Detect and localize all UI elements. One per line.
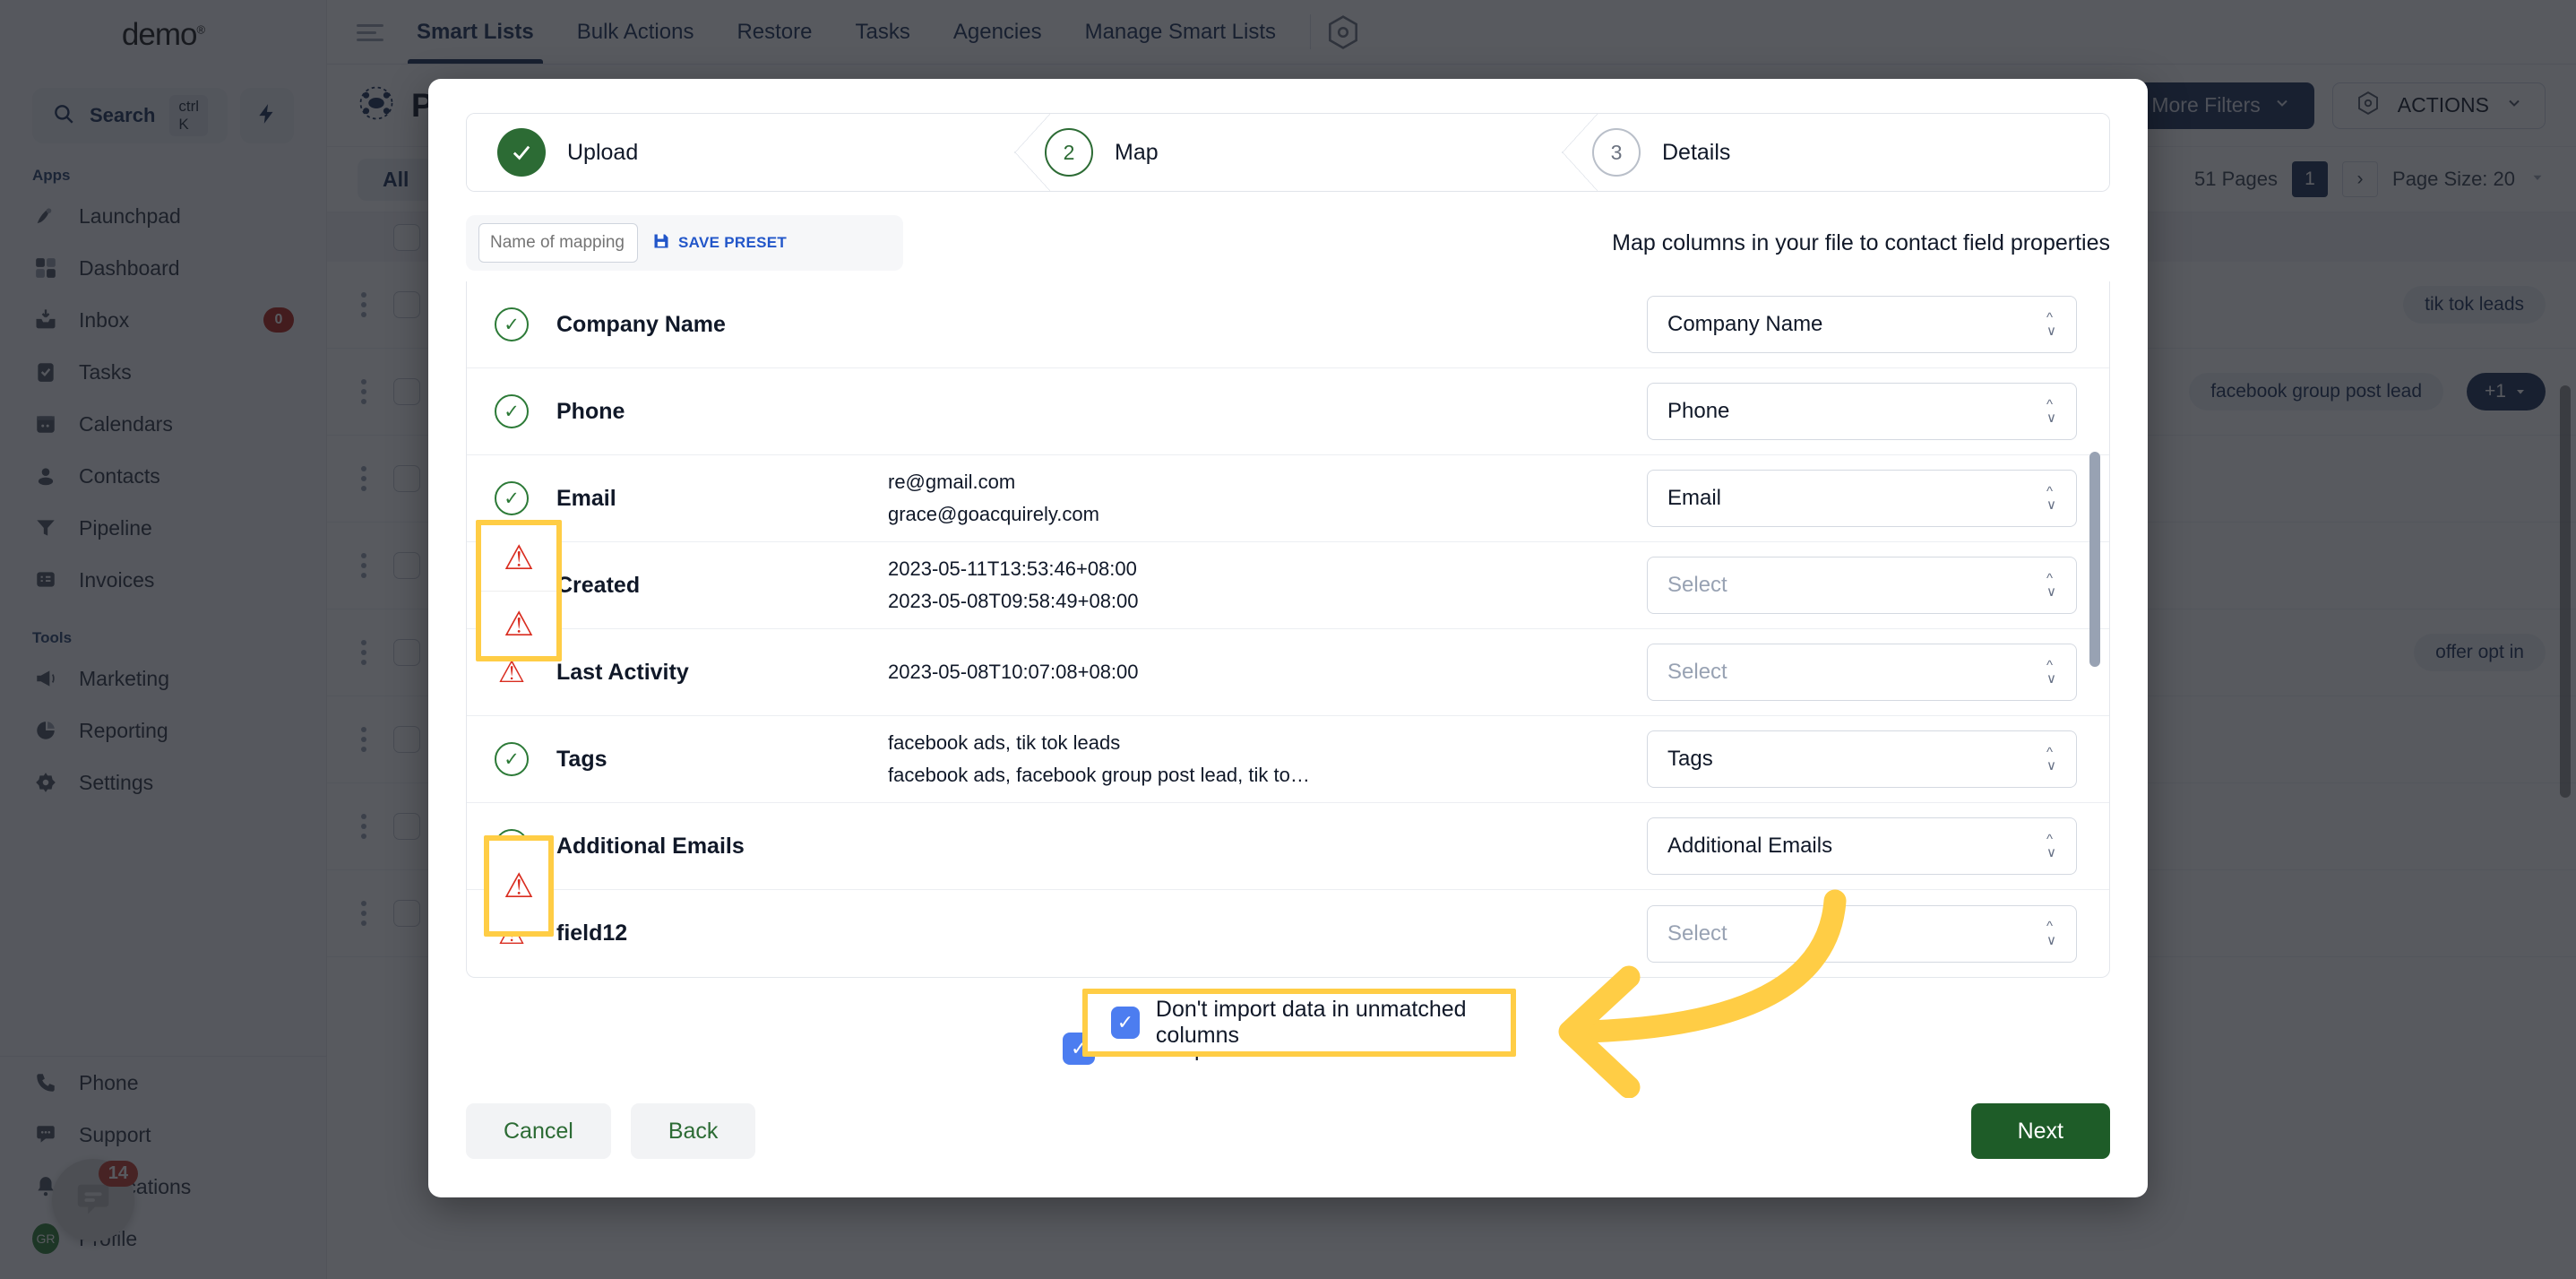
sample-values: 2023-05-11T13:53:46+08:00 2023-05-08T09:… — [879, 554, 1647, 617]
sample-value: grace@goacquirely.com — [888, 503, 1099, 525]
warning-triangle-icon: ⚠ — [497, 655, 526, 689]
mapping-row: ✓ Phone Phone ^ ∨ — [467, 368, 2109, 455]
check-circle-icon: ✓ — [495, 307, 529, 341]
back-button[interactable]: Back — [630, 1103, 756, 1159]
source-column-name: Phone — [556, 398, 625, 424]
dont-import-label-highlighted: Don't import data in unmatched columns — [1155, 997, 1467, 1048]
mapping-row: ✓ Company Name Company Name ^ ∨ — [467, 281, 2109, 368]
target-field-select[interactable]: Tags ^ ∨ — [1647, 730, 2077, 788]
sample-value: re@gmail.com — [888, 470, 1016, 493]
check-circle-icon: ✓ — [495, 394, 529, 428]
target-field-value: Email — [1667, 486, 1722, 510]
source-column-name: Last Activity — [556, 659, 689, 685]
check-circle-icon: ✓ — [495, 742, 529, 776]
preset-row: SAVE PRESET Map columns in your file to … — [466, 215, 2110, 271]
source-column-name: field12 — [556, 920, 628, 946]
save-preset-button[interactable]: SAVE PRESET — [652, 232, 787, 255]
chevron-updown-icon: ^ ∨ — [2046, 831, 2056, 860]
status-ok-icon: ✓ — [467, 394, 556, 428]
mapping-row: ⚠ Created 2023-05-11T13:53:46+08:00 2023… — [467, 542, 2109, 629]
highlight-warning-field12: ⚠ — [484, 835, 554, 937]
save-icon — [652, 232, 670, 255]
sample-value: facebook ads, facebook group post lead, … — [888, 764, 1310, 786]
sample-values: facebook ads, tik tok leads facebook ads… — [879, 728, 1647, 791]
target-field-select[interactable]: Company Name ^ ∨ — [1647, 296, 2077, 353]
target-field-value: Tags — [1667, 747, 1713, 771]
warning-triangle-icon: ⚠ — [503, 540, 535, 577]
curved-arrow-left-icon — [1558, 889, 1847, 1098]
target-field-value: Company Name — [1667, 312, 1823, 336]
mapping-row: ✓ Email re@gmail.com grace@goacquirely.c… — [467, 455, 2109, 542]
warning-triangle-icon: ⚠ — [503, 868, 535, 905]
sample-values: re@gmail.com grace@goacquirely.com — [879, 467, 1647, 530]
chevron-updown-icon: ^ ∨ — [2046, 396, 2056, 426]
status-ok-icon: ✓ — [467, 742, 556, 776]
preset-card: SAVE PRESET — [466, 215, 903, 271]
next-label: Next — [2017, 1118, 2063, 1144]
map-hint-text: Map columns in your file to contact fiel… — [1612, 229, 2110, 255]
sample-value: 2023-05-08T09:58:49+08:00 — [888, 590, 1139, 612]
cancel-label: Cancel — [504, 1118, 573, 1144]
chevron-updown-icon: ^ ∨ — [2046, 657, 2056, 687]
chevron-updown-icon: ^ ∨ — [2046, 919, 2056, 948]
step-details-label: Details — [1662, 139, 1731, 165]
step-map-badge: 2 — [1045, 128, 1093, 177]
save-preset-label: SAVE PRESET — [678, 234, 788, 251]
preset-name-input[interactable] — [478, 223, 638, 263]
mapping-list-scrollbar[interactable] — [2089, 452, 2100, 667]
sample-value: 2023-05-11T13:53:46+08:00 — [888, 557, 1137, 580]
source-column-name: Company Name — [556, 311, 726, 337]
back-label: Back — [668, 1118, 719, 1144]
chevron-updown-icon: ^ ∨ — [2046, 744, 2056, 773]
target-field-select[interactable]: Select ^ ∨ — [1647, 644, 2077, 701]
chevron-updown-icon: ^ ∨ — [2046, 309, 2056, 339]
source-column-name: Email — [556, 485, 616, 511]
source-column-name: Created — [556, 572, 641, 598]
target-field-select[interactable]: Email ^ ∨ — [1647, 470, 2077, 527]
sample-values: 2023-05-08T10:07:08+08:00 — [879, 657, 1647, 687]
mapping-row: ✓ Tags facebook ads, tik tok leads faceb… — [467, 716, 2109, 803]
status-ok-icon: ✓ — [467, 307, 556, 341]
step-details-badge: 3 — [1592, 128, 1641, 177]
dont-import-checkbox-highlighted[interactable]: ✓ — [1111, 1007, 1140, 1039]
status-warning-icon: ⚠ — [467, 657, 556, 687]
step-upload[interactable]: Upload — [467, 114, 1014, 191]
step-details[interactable]: 3 Details — [1562, 114, 2109, 191]
mapping-list: ✓ Company Name Company Name ^ ∨ ✓ Phone … — [467, 281, 2109, 977]
target-field-select[interactable]: Phone ^ ∨ — [1647, 383, 2077, 440]
chevron-updown-icon: ^ ∨ — [2046, 570, 2056, 600]
target-field-value: Select — [1667, 660, 1727, 684]
target-field-value: Select — [1667, 573, 1727, 597]
sample-value: 2023-05-08T10:07:08+08:00 — [888, 660, 1139, 683]
modal-footer: Cancel Back Next — [428, 1065, 2148, 1197]
target-field-value: Additional Emails — [1667, 834, 1833, 858]
warning-triangle-icon: ⚠ — [503, 605, 535, 644]
step-upload-label: Upload — [567, 139, 639, 165]
mapping-row: ⚠ Last Activity 2023-05-08T10:07:08+08:0… — [467, 629, 2109, 716]
target-field-select[interactable]: Additional Emails ^ ∨ — [1647, 817, 2077, 875]
chevron-updown-icon: ^ ∨ — [2046, 483, 2056, 513]
target-field-value: Phone — [1667, 399, 1730, 423]
step-upload-badge — [497, 128, 546, 177]
status-ok-icon: ✓ — [467, 481, 556, 515]
check-circle-icon: ✓ — [495, 481, 529, 515]
step-map-label: Map — [1115, 139, 1159, 165]
cancel-button[interactable]: Cancel — [466, 1103, 611, 1159]
source-column-name: Tags — [556, 746, 607, 772]
app-root: demo® Search ctrl K Apps — [0, 0, 2576, 1279]
import-stepper: Upload 2 Map 3 Details — [466, 113, 2110, 192]
step-map[interactable]: 2 Map — [1014, 114, 1562, 191]
sample-value: facebook ads, tik tok leads — [888, 730, 1121, 754]
target-field-select[interactable]: Select ^ ∨ — [1647, 557, 2077, 614]
highlight-dont-import-checkbox: ✓ Don't import data in unmatched columns — [1082, 989, 1516, 1057]
source-column-name: Additional Emails — [556, 833, 745, 859]
highlight-warning-icons: ⚠ ⚠ — [476, 520, 562, 661]
next-button[interactable]: Next — [1970, 1103, 2110, 1159]
